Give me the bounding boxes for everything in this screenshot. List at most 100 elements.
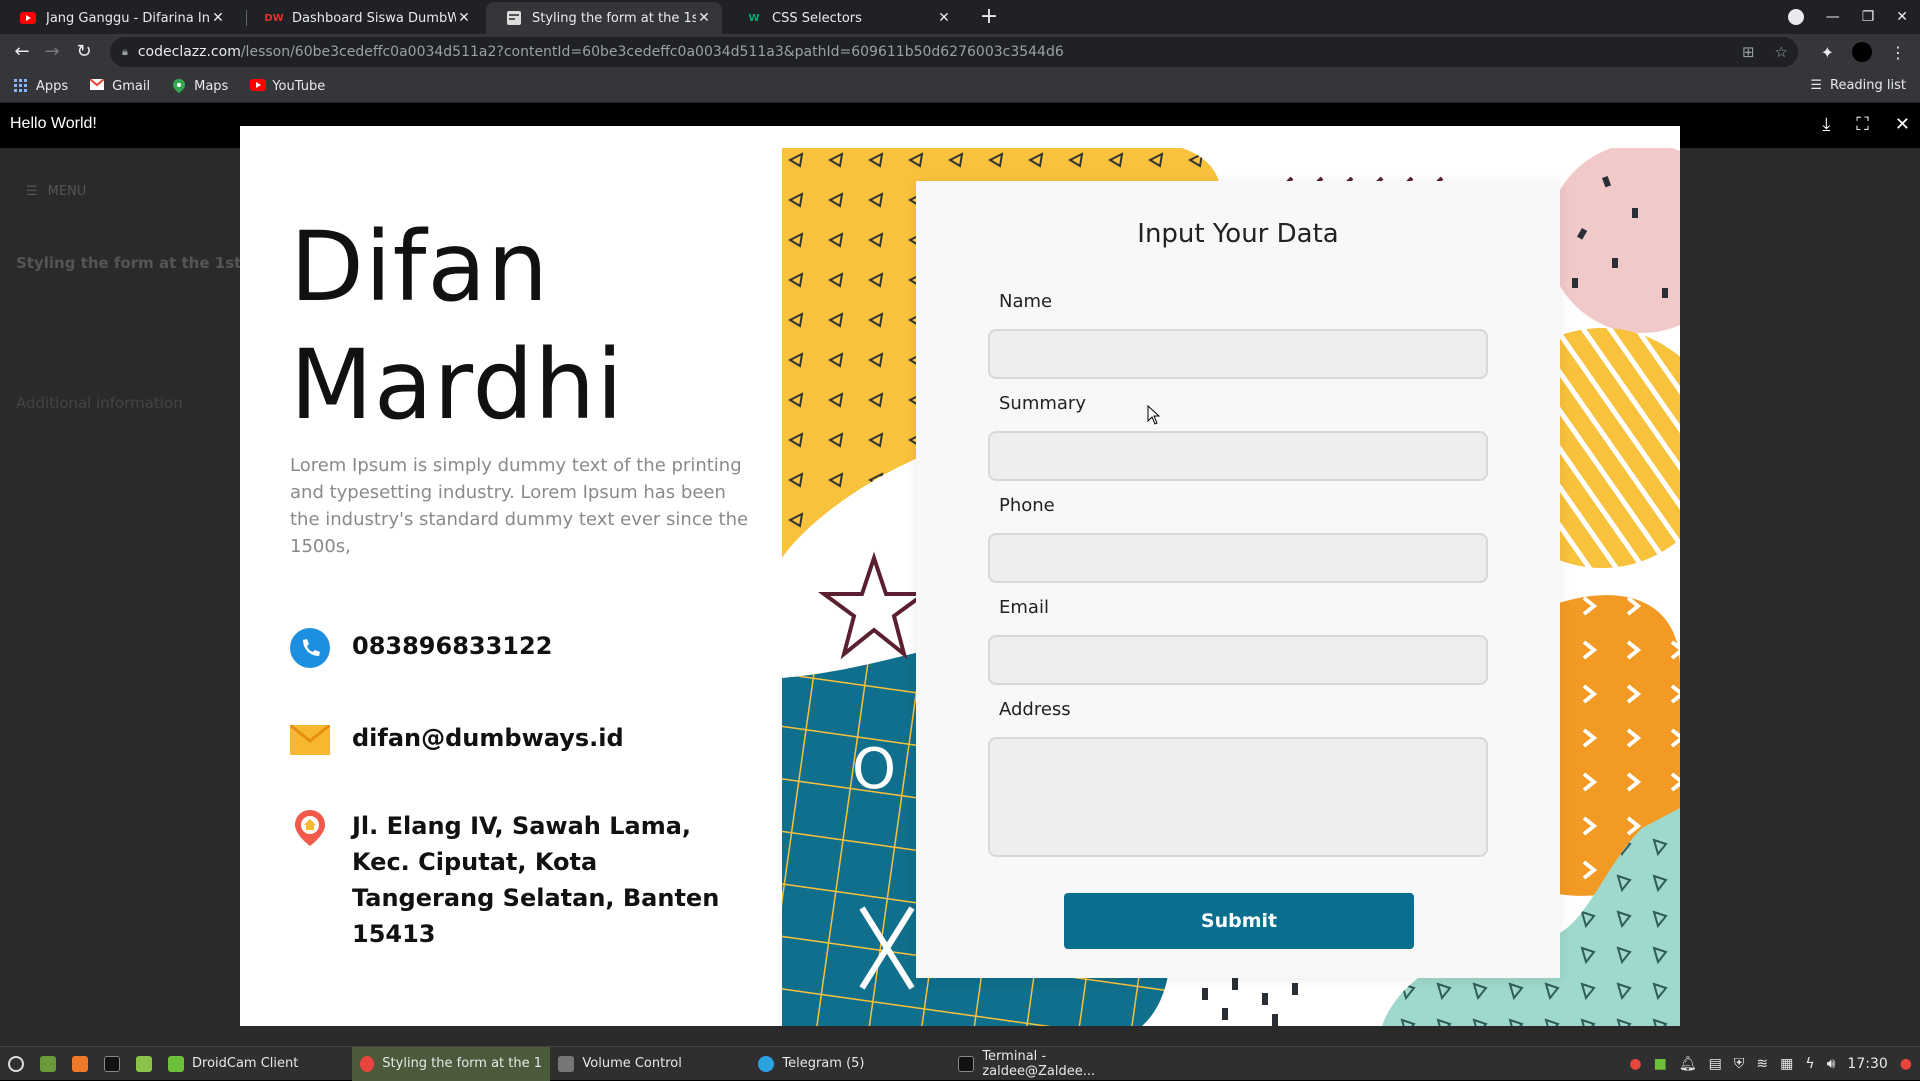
volume-control-icon	[558, 1055, 575, 1072]
lock-icon: 🔒︎	[122, 45, 128, 58]
address-bar[interactable]: 🔒︎ codeclazz.com /lesson/60be3cedeffc0a0…	[110, 37, 1798, 67]
notification-bell-icon[interactable]: 🔔︎	[1679, 1056, 1697, 1072]
phone-icon	[290, 628, 330, 668]
url-path: /lesson/60be3cedeffc0a0034d511a2?content…	[240, 44, 1064, 60]
submit-button[interactable]: Submit	[1064, 893, 1414, 949]
bookmark-maps[interactable]: Maps	[172, 79, 228, 94]
bookmark-youtube[interactable]: YouTube	[250, 79, 325, 94]
tray-app-icon[interactable]: ●	[1629, 1056, 1641, 1072]
shield-icon[interactable]: ⛨	[1734, 1056, 1745, 1072]
terminal-launcher[interactable]	[96, 1047, 128, 1081]
tab-codeclazz[interactable]: Styling the form at the 1st me ✕	[486, 2, 722, 34]
taskbar-item-label: Styling the form at the 1st...	[382, 1056, 543, 1071]
speaker-icon[interactable]: 🔊︎	[1827, 1056, 1836, 1072]
taskbar-droidcam[interactable]: DroidCam Client	[160, 1047, 306, 1081]
phone-number: 083896833122	[352, 632, 553, 660]
reading-list-button[interactable]: ☰ Reading list	[1810, 78, 1906, 93]
phone-input[interactable]	[988, 533, 1488, 583]
taskbar-item-label: DroidCam Client	[192, 1056, 299, 1071]
clock[interactable]: 17:30	[1847, 1056, 1887, 1072]
profile-avatar[interactable]	[1852, 42, 1872, 62]
chrome-tray-icon[interactable]: ●	[1900, 1056, 1912, 1072]
tab-dumbways[interactable]: DW Dashboard Siswa DumbWays ✕	[246, 2, 482, 34]
w3schools-icon: W	[748, 12, 760, 24]
contact-email: difan@dumbways.id	[290, 720, 624, 760]
contact-phone: 083896833122	[290, 628, 552, 668]
star-doodle	[817, 551, 931, 660]
close-tab-icon[interactable]: ✕	[936, 10, 952, 26]
address-textarea[interactable]	[988, 737, 1488, 857]
tray-droidcam-icon[interactable]: ■	[1654, 1056, 1667, 1072]
pink-blob	[1547, 148, 1680, 333]
tab-title: Jang Ganggu - Difarina Indra	[46, 10, 210, 26]
reload-icon[interactable]: ↻	[72, 40, 96, 64]
svg-text:O: O	[852, 737, 896, 802]
tab-youtube[interactable]: Jang Ganggu - Difarina Indra ✕	[0, 2, 236, 34]
taskbar-item-label: Terminal - zaldee@Zaldee...	[982, 1048, 1096, 1079]
close-tab-icon[interactable]: ✕	[210, 10, 226, 26]
profile-panel: Difan Mardhi Lorem Ipsum is simply dummy…	[240, 148, 782, 1026]
notes-icon[interactable]: ▦	[1780, 1056, 1793, 1072]
dumbways-icon: DW	[264, 12, 284, 24]
gmail-icon	[89, 78, 105, 93]
close-tab-icon[interactable]: ✕	[456, 10, 472, 26]
profile-name: Difan Mardhi	[290, 208, 624, 444]
fullscreen-icon[interactable]: ⛶	[1856, 114, 1869, 135]
close-window-icon[interactable]: ✕	[1896, 9, 1908, 25]
mouse-cursor-icon	[1147, 405, 1161, 425]
wifi-icon[interactable]: ≋	[1756, 1056, 1768, 1072]
download-icon[interactable]: ⤓	[1822, 114, 1830, 135]
url-host: codeclazz.com	[137, 44, 241, 60]
email-input[interactable]	[988, 635, 1488, 685]
bookmark-gmail[interactable]: Gmail	[89, 78, 151, 94]
bookmark-label: Gmail	[112, 78, 151, 94]
lesson-title: Styling the form at the 1st m	[16, 254, 240, 272]
close-icon[interactable]: ✕	[1895, 114, 1910, 135]
close-tab-icon[interactable]: ✕	[696, 10, 712, 26]
terminal-icon	[104, 1055, 120, 1072]
firefox-launcher[interactable]	[64, 1047, 96, 1081]
bookmark-apps[interactable]: Apps	[14, 79, 68, 94]
more-menu-icon[interactable]: ⋮	[1890, 43, 1906, 62]
extensions-puzzle-icon[interactable]: ✦	[1821, 43, 1834, 62]
files-launcher[interactable]	[128, 1047, 160, 1081]
translate-icon[interactable]: ⊞	[1742, 43, 1755, 61]
email-address: difan@dumbways.id	[352, 724, 624, 752]
contact-address: Jl. Elang IV, Sawah Lama, Kec. Ciputat, …	[290, 808, 730, 952]
back-arrow-icon[interactable]: ←	[10, 40, 34, 64]
preview-window: Difan Mardhi Lorem Ipsum is simply dummy…	[240, 126, 1680, 1026]
start-menu-button[interactable]	[0, 1047, 32, 1081]
tab-search-icon[interactable]	[1787, 9, 1804, 25]
name-first: Difan	[290, 211, 550, 323]
terminal-icon	[958, 1055, 975, 1072]
minimize-icon[interactable]: —	[1826, 9, 1840, 25]
name-input[interactable]	[988, 329, 1488, 379]
additional-info-heading: Additional information	[16, 394, 183, 412]
taskbar-terminal[interactable]: Terminal - zaldee@Zaldee...	[950, 1047, 1170, 1081]
viewer-title: Hello World!	[10, 115, 97, 132]
summary-label: Summary	[999, 393, 1086, 414]
folder-icon	[136, 1055, 152, 1072]
maps-icon	[172, 79, 186, 93]
envelope-icon	[290, 720, 330, 760]
codeclazz-icon	[506, 10, 522, 26]
new-tab-button[interactable]: +	[976, 4, 1002, 30]
chrome-icon	[360, 1055, 375, 1072]
tab-w3schools[interactable]: W CSS Selectors ✕	[726, 2, 962, 34]
menu-button[interactable]: ☰ MENU	[26, 184, 86, 199]
form-title: Input Your Data	[1137, 219, 1339, 249]
power-icon[interactable]: ϟ	[1805, 1056, 1814, 1072]
firefox-icon	[72, 1055, 88, 1072]
forward-arrow-icon[interactable]: →	[40, 40, 64, 64]
bookmarks-bar: Apps Gmail Maps YouTube ☰ Reading list	[0, 70, 1920, 103]
restore-icon[interactable]: ❐	[1862, 9, 1875, 25]
droidcam-icon	[168, 1055, 184, 1072]
show-desktop-button[interactable]	[32, 1047, 64, 1081]
summary-input[interactable]	[988, 431, 1488, 481]
taskbar-chrome[interactable]: Styling the form at the 1st...	[352, 1046, 551, 1081]
reading-list-label: Reading list	[1830, 78, 1906, 93]
taskbar-telegram[interactable]: Telegram (5)	[750, 1047, 950, 1081]
taskbar-volume-control[interactable]: Volume Control	[550, 1047, 750, 1081]
clipboard-icon[interactable]: ▤	[1709, 1056, 1722, 1072]
bookmark-star-icon[interactable]: ☆	[1775, 43, 1788, 61]
